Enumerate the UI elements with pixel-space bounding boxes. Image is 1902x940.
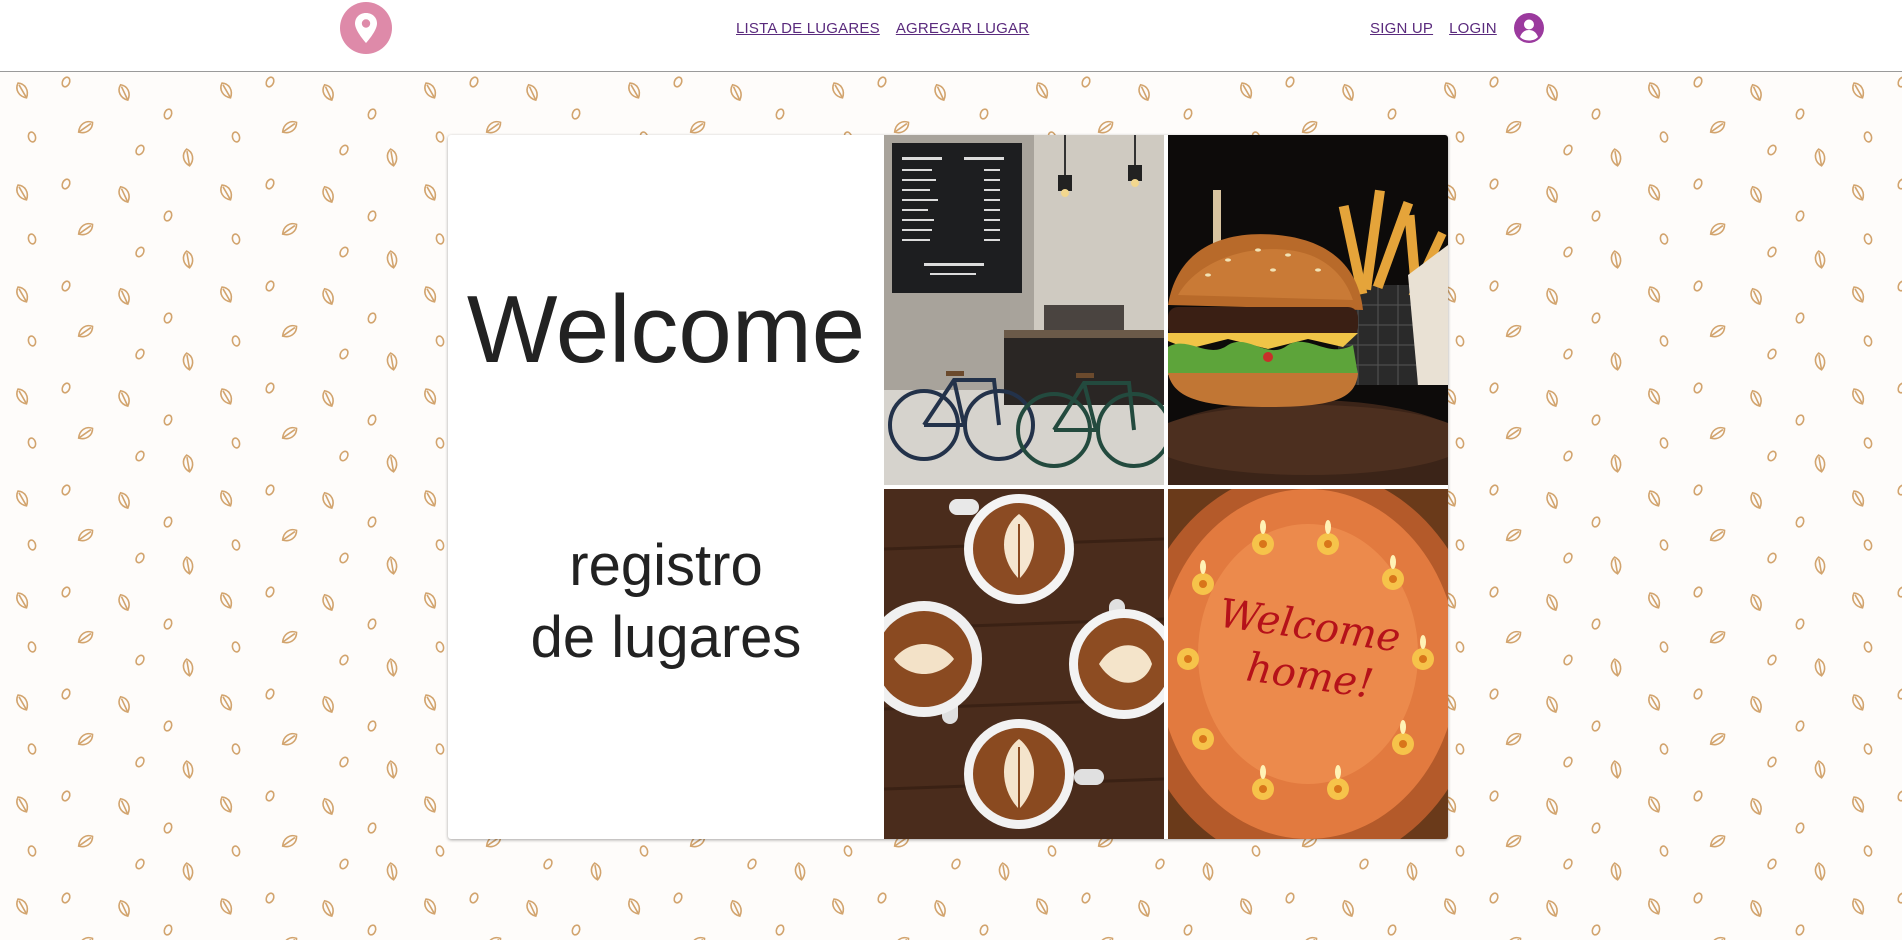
hero-title: Welcome <box>466 276 866 383</box>
image-welcome-cake: Welcome home! <box>1168 489 1448 839</box>
image-burger-fries <box>1168 135 1448 485</box>
main-nav: LISTA DE LUGARES AGREGAR LUGAR <box>736 20 1029 37</box>
map-pin-icon <box>355 13 377 43</box>
image-cafe-interior <box>884 135 1164 485</box>
nav-link-agregar-lugar[interactable]: AGREGAR LUGAR <box>896 20 1029 37</box>
nav-link-sign-up[interactable]: SIGN UP <box>1370 20 1433 37</box>
nav-link-lista-de-lugares[interactable]: LISTA DE LUGARES <box>736 20 880 37</box>
auth-nav: SIGN UP LOGIN <box>1370 20 1497 37</box>
image-latte-cups <box>884 489 1164 839</box>
user-avatar-icon[interactable] <box>1514 13 1544 43</box>
hero-subtitle: registro de lugares <box>448 530 884 674</box>
hero-card: Welcome registro de lugares Welcome home… <box>448 135 1448 839</box>
nav-link-login[interactable]: LOGIN <box>1449 20 1497 37</box>
logo[interactable] <box>340 2 392 54</box>
top-navbar: LISTA DE LUGARES AGREGAR LUGAR SIGN UP L… <box>0 0 1902 72</box>
hero-subtitle-line2: de lugares <box>530 605 802 670</box>
hero-subtitle-line1: registro <box>569 533 763 598</box>
